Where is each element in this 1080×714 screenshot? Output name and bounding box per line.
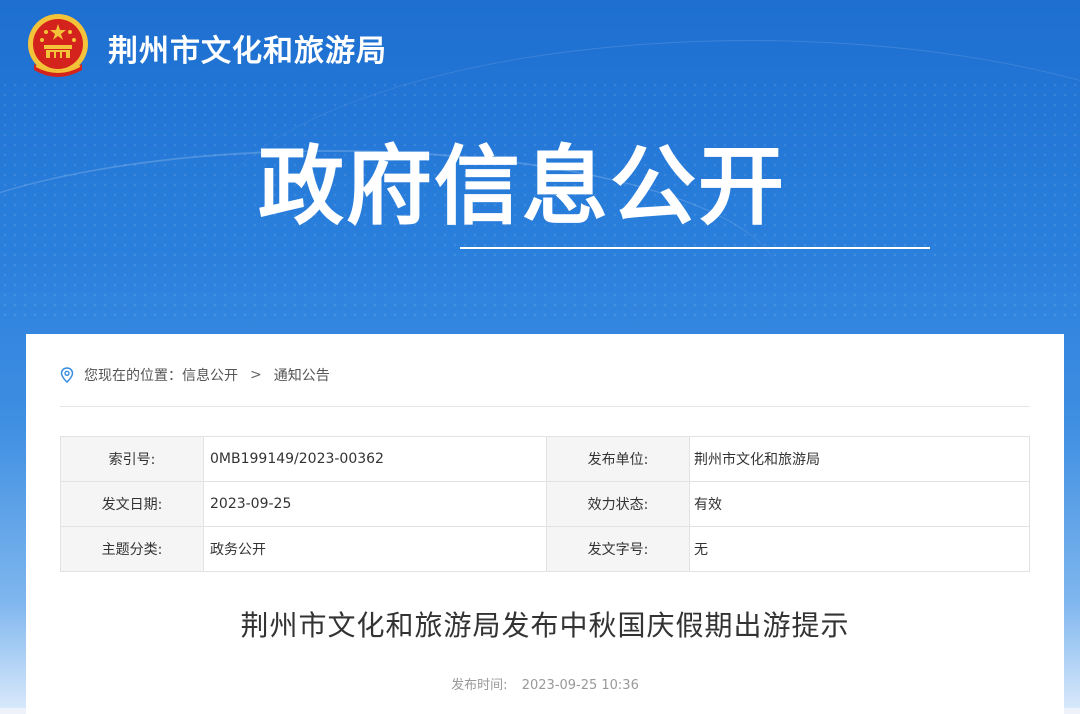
topic-value: 政务公开 — [203, 526, 547, 572]
hero-underline — [460, 247, 930, 249]
validity-label: 效力状态: — [546, 481, 690, 527]
breadcrumb: 您现在的位置： 信息公开 > 通知公告 — [60, 364, 330, 386]
table-row: 索引号: 0MB199149/2023-00362 发布单位: 荆州市文化和旅游… — [60, 436, 1030, 482]
index-number-label: 索引号: — [60, 436, 204, 482]
issue-date-label: 发文日期: — [60, 481, 204, 527]
national-emblem-icon — [28, 14, 88, 77]
content-panel: 您现在的位置： 信息公开 > 通知公告 索引号: 0MB199149/2023-… — [26, 334, 1064, 714]
publish-time-value: 2023-09-25 10:36 — [521, 678, 639, 693]
doc-number-label: 发文字号: — [546, 526, 690, 572]
table-row: 发文日期: 2023-09-25 效力状态: 有效 — [60, 481, 1030, 527]
index-number-value: 0MB199149/2023-00362 — [203, 436, 547, 482]
divider — [60, 406, 1030, 407]
publish-time-label: 发布时间: — [451, 678, 508, 693]
topic-label: 主题分类: — [60, 526, 204, 572]
breadcrumb-prefix: 您现在的位置： — [84, 368, 182, 384]
location-pin-icon — [60, 367, 74, 383]
validity-value: 有效 — [689, 481, 1030, 527]
article-title: 荆州市文化和旅游局发布中秋国庆假期出游提示 — [240, 609, 850, 642]
metadata-table: 索引号: 0MB199149/2023-00362 发布单位: 荆州市文化和旅游… — [60, 436, 1030, 572]
hero-title: 政府信息公开 — [258, 137, 786, 237]
breadcrumb-item-info[interactable]: 信息公开 — [182, 365, 238, 385]
doc-number-value: 无 — [689, 526, 1030, 572]
publisher-value: 荆州市文化和旅游局 — [689, 436, 1030, 482]
site-title[interactable]: 荆州市文化和旅游局 — [108, 26, 387, 70]
breadcrumb-separator: > — [250, 367, 262, 383]
publisher-label: 发布单位: — [546, 436, 690, 482]
table-row: 主题分类: 政务公开 发文字号: 无 — [60, 526, 1030, 572]
breadcrumb-item-notice[interactable]: 通知公告 — [274, 365, 330, 385]
issue-date-value: 2023-09-25 — [203, 481, 547, 527]
publish-time: 发布时间: 2023-09-25 10:36 — [26, 674, 1064, 693]
